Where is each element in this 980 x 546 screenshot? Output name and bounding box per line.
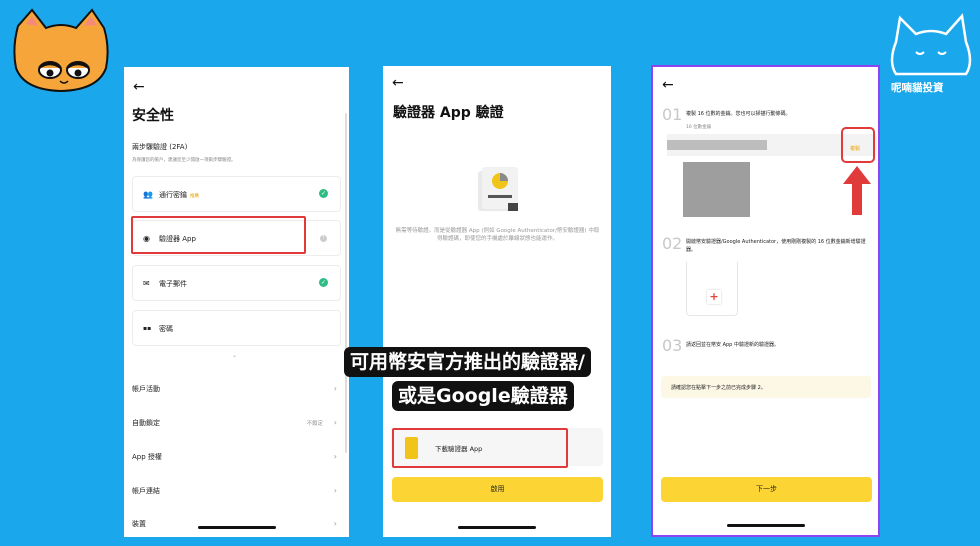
step-text: 請返回並在幣安 App 中驗證新的驗證器。	[686, 342, 779, 348]
recommended-badge: 推薦	[190, 194, 199, 199]
section-title: 兩步驟驗證 (2FA)	[132, 143, 188, 151]
back-arrow-icon[interactable]: ←	[392, 75, 404, 91]
step-number: 03	[662, 336, 683, 355]
enable-button[interactable]: 啟用	[392, 477, 603, 502]
step-text: 開啟幣安驗證器/Google Authenticator，使用剛剛複製的 16 …	[686, 239, 866, 253]
chevron-right-icon: ›	[333, 384, 337, 393]
row-label: 裝置	[132, 520, 146, 528]
highlight-download-row	[392, 428, 568, 468]
passkey-option[interactable]: 👥 通行密鑰 推薦 ✓	[132, 176, 341, 212]
chevron-right-icon: ›	[333, 486, 337, 495]
auto-lock-row[interactable]: 自動鎖定 不鎖定 ›	[132, 418, 341, 438]
check-icon: ✓	[319, 189, 328, 198]
account-activity-row[interactable]: 帳戶活動 ›	[132, 384, 341, 404]
step-text: 複製 16 位數的金鑰。您也可以掃描行動條碼。	[686, 111, 791, 117]
check-icon: ✓	[319, 278, 328, 287]
notice-banner: 請確認您在點擊下一步之前已完成步驟 2。	[661, 376, 871, 398]
next-button[interactable]: 下一步	[661, 477, 872, 502]
account-link-row[interactable]: 帳戶連結 ›	[132, 486, 341, 506]
option-label: 通行密鑰	[159, 191, 187, 199]
password-icon: ▪▪	[143, 325, 152, 332]
option-label: 密碼	[159, 325, 173, 333]
app-authorization-row[interactable]: App 授權 ›	[132, 452, 341, 472]
row-value: 不鎖定	[306, 421, 323, 427]
step-number: 02	[662, 234, 683, 253]
setup-description: 無需等待驗證。而是從驗證器 App (例如 Google Authenticat…	[395, 228, 600, 243]
mail-icon: ✉	[143, 279, 150, 288]
caption: 可用幣安官方推出的驗證器/ 或是Google驗證器	[344, 345, 628, 413]
security-screen: ← 安全性 兩步驟驗證 (2FA) 為保護您的帳戶，建議您至少開啟一項兩步驟驗證…	[124, 67, 349, 537]
back-arrow-icon[interactable]: ←	[133, 79, 145, 95]
up-arrow-icon	[843, 166, 871, 215]
qr-code	[683, 162, 750, 217]
expand-more-icon[interactable]: ⌄	[232, 352, 237, 359]
brand-name: 呢喃貓投資	[891, 82, 944, 94]
row-label: 自動鎖定	[132, 419, 160, 427]
caption-line-2: 或是Google驗證器	[392, 381, 574, 411]
row-label: 帳戶連結	[132, 487, 160, 495]
back-arrow-icon[interactable]: ←	[662, 77, 674, 93]
chevron-right-icon: ›	[333, 418, 337, 427]
row-label: 帳戶活動	[132, 385, 160, 393]
caption-line-1: 可用幣安官方推出的驗證器/	[344, 347, 591, 377]
chevron-right-icon: ›	[333, 519, 337, 528]
section-description: 為保護您的帳戶，建議您至少開啟一項兩步驟驗證。	[132, 158, 236, 163]
step-number: 01	[662, 105, 683, 124]
highlight-authenticator-option	[131, 216, 306, 254]
cat-mascot-icon	[13, 8, 109, 93]
email-option[interactable]: ✉ 電子郵件 ✓	[132, 265, 341, 301]
authenticator-app-illustration: +	[686, 262, 738, 316]
highlight-copy-button	[841, 127, 875, 163]
info-icon: !	[320, 235, 327, 242]
home-indicator	[726, 524, 805, 527]
password-option[interactable]: ▪▪ 密碼	[132, 310, 341, 346]
home-indicator	[197, 526, 276, 529]
home-indicator	[458, 526, 536, 529]
secret-key-masked	[667, 140, 767, 150]
key-label: 16 位數金鑰	[686, 125, 712, 130]
google-authenticator-icon: +	[707, 290, 721, 304]
row-label: App 授權	[132, 453, 162, 461]
people-icon: 👥	[143, 190, 153, 199]
page-title: 安全性	[132, 108, 174, 124]
page-title: 驗證器 App 驗證	[393, 105, 504, 121]
authenticator-illustration-icon	[478, 167, 518, 211]
option-label: 電子郵件	[159, 280, 187, 288]
chevron-right-icon: ›	[333, 452, 337, 461]
